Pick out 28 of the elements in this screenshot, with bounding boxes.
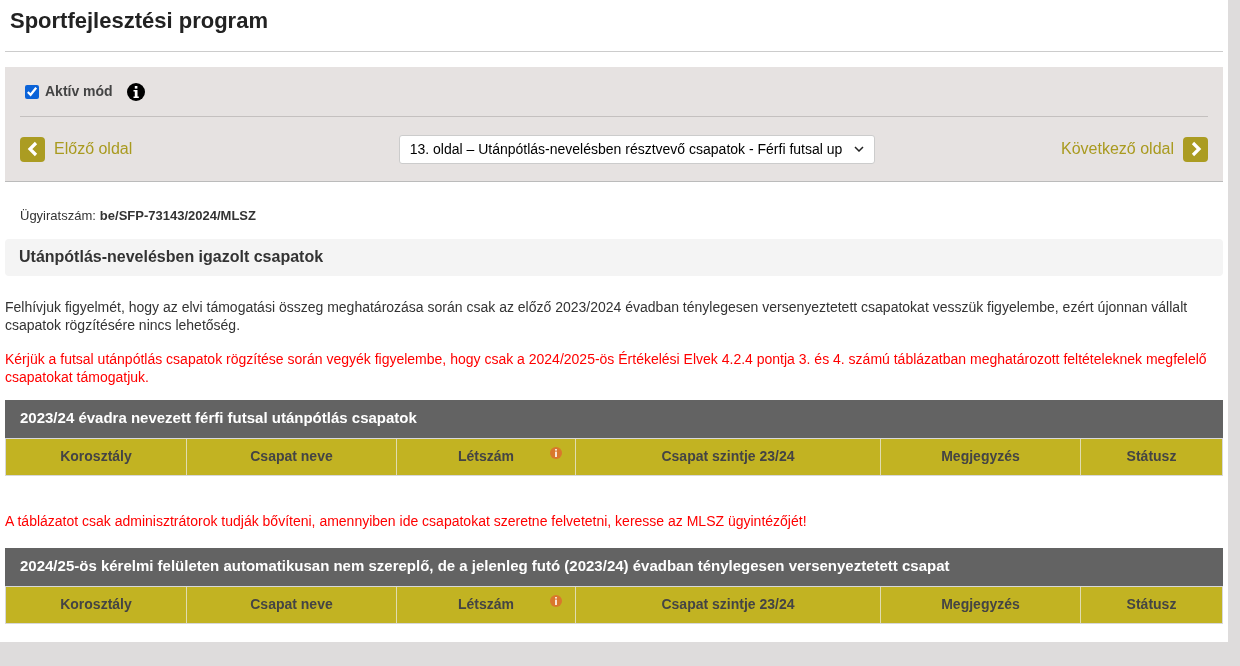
- case-number-value: be/SFP-73143/2024/MLSZ: [99, 207, 256, 225]
- info-icon[interactable]: [126, 82, 145, 101]
- column-header: Csapat neve: [186, 438, 396, 475]
- section-title: Utánpótlás-nevelésben igazolt csapatok: [5, 238, 1223, 276]
- notice-text: Felhívjuk figyelmét, hogy az elvi támogatási összeg meghatározása során csak az előző 2023/2024 évadban ténylegesen versenyeztetett csapatokat vesszük figyelembe, ezért újonnan vállalt csapatok rögzítésére nincs lehetőség.: [5, 297, 1189, 334]
- column-header: Létszám: [396, 438, 575, 475]
- table-title: 2023/24 évadra nevezett férfi futsal utánpótlás csapatok: [5, 399, 1223, 438]
- chevron-right-icon: [1183, 136, 1208, 162]
- column-header: Státusz: [1080, 438, 1222, 475]
- column-header: Megjegyzés: [880, 438, 1080, 475]
- warning-text: Kérjük a futsal utánpótlás csapatok rögzítése során vegyék figyelembe, hogy csak a 2024/2025-ös Értékelési Elvek 4.2.4 pontja 3. és 4. számú táblázatban meghatározott feltételeknek megfelelő csapatokat támogatjuk.: [5, 349, 1208, 386]
- column-header: Létszám: [396, 586, 575, 623]
- chevron-left-icon: [20, 136, 45, 162]
- column-header: Státusz: [1080, 586, 1222, 623]
- page-select[interactable]: 13. oldal – Utánpótlás-nevelésben résztvevő csapatok - Férfi futsal up: [398, 134, 875, 164]
- checkbox[interactable]: [25, 84, 39, 99]
- dropdown-caret-icon: [853, 146, 864, 152]
- admin-note: A táblázatot csak adminisztrátorok tudják bővíteni, amennyiben ide csapatokat szeretne felvetetni, keresse az MLSZ ügyintézőjét!: [5, 511, 808, 531]
- column-header: Csapat neve: [186, 586, 396, 623]
- page-title: Sportfejlesztési program: [9, 7, 269, 35]
- table-title: 2024/25-ös kérelmi felületen automatikusan nem szereplő, de a jelenleg futó (2023/24) évadban ténylegesen versenyeztetett csapat: [5, 547, 1223, 586]
- column-header: Korosztály: [59, 595, 133, 614]
- column-header: Csapat szintje 23/24: [575, 438, 880, 475]
- column-header: Megjegyzés: [880, 586, 1080, 623]
- active-mode-checkbox[interactable]: Aktív mód: [25, 81, 113, 102]
- column-header: Korosztály: [59, 447, 133, 466]
- case-number-label: Ügyiratszám:: [20, 207, 96, 225]
- column-header: Csapat szintje 23/24: [575, 586, 880, 623]
